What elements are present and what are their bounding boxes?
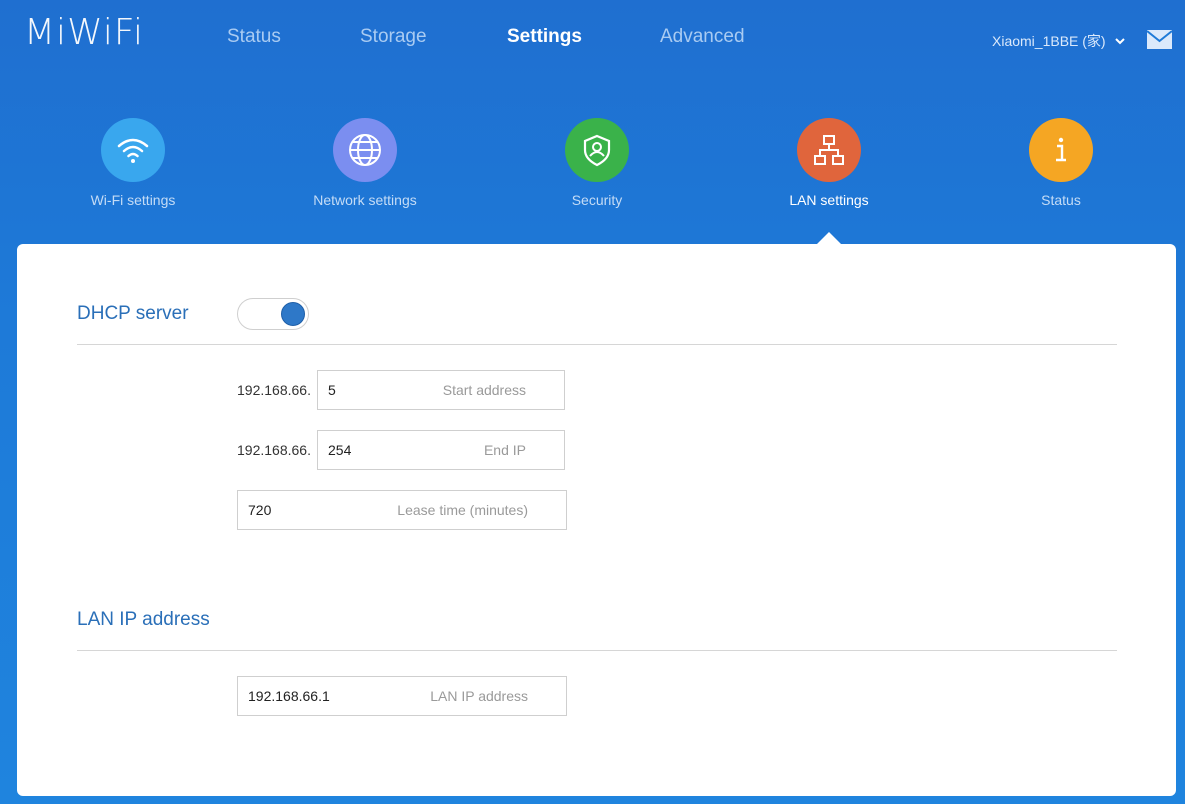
- start-address-field[interactable]: 5 Start address: [317, 370, 565, 410]
- toggle-knob: [281, 302, 305, 326]
- category-label: Security: [571, 192, 623, 208]
- end-ip-prefix: 192.168.66.: [237, 442, 311, 458]
- dhcp-server-toggle[interactable]: [237, 298, 309, 330]
- lease-time-field[interactable]: 720 Lease time (minutes): [237, 490, 567, 530]
- dhcp-server-title: DHCP server: [77, 303, 189, 324]
- start-address-value: 5: [328, 382, 336, 398]
- active-tab-pointer: [817, 232, 841, 244]
- chevron-down-icon: [1114, 38, 1125, 45]
- lease-time-hint: Lease time (minutes): [397, 502, 528, 518]
- category-security[interactable]: Security: [517, 118, 677, 208]
- nav-advanced[interactable]: Advanced: [660, 26, 745, 48]
- lan-ip-title: LAN IP address: [77, 609, 210, 630]
- nav-settings[interactable]: Settings: [507, 26, 582, 48]
- end-ip-value: 254: [328, 442, 352, 458]
- router-selector[interactable]: Xiaomi_1BBE (家): [992, 31, 1126, 51]
- nav-status[interactable]: Status: [227, 26, 281, 48]
- lan-ip-field[interactable]: 192.168.66.1 LAN IP address: [237, 676, 567, 716]
- nav-storage[interactable]: Storage: [360, 26, 427, 48]
- category-label: Status: [1041, 192, 1081, 208]
- category-lan-settings[interactable]: LAN settings: [749, 118, 909, 208]
- router-name: Xiaomi_1BBE (家): [992, 33, 1106, 49]
- divider: [77, 650, 1117, 651]
- category-wifi-settings[interactable]: Wi-Fi settings: [53, 118, 213, 208]
- category-label: Wi-Fi settings: [90, 192, 176, 208]
- shield-icon: [565, 118, 629, 182]
- info-icon: [1029, 118, 1093, 182]
- end-ip-field[interactable]: 254 End IP: [317, 430, 565, 470]
- lan-settings-panel: DHCP server 192.168.66. 5 Start address …: [17, 244, 1176, 796]
- lease-time-value: 720: [248, 502, 272, 518]
- lan-ip-value: 192.168.66.1: [248, 688, 330, 704]
- wifi-icon: [101, 118, 165, 182]
- network-tree-icon: [797, 118, 861, 182]
- category-status[interactable]: Status: [981, 118, 1141, 208]
- start-ip-prefix: 192.168.66.: [237, 382, 311, 398]
- end-ip-hint: End IP: [483, 442, 526, 458]
- settings-categories: Wi-Fi settings Network settings Security: [0, 118, 1185, 218]
- category-label: LAN settings: [789, 192, 869, 208]
- start-address-hint: Start address: [442, 382, 526, 398]
- mail-icon[interactable]: [1147, 30, 1172, 49]
- miwifi-logo: MiWiFi: [24, 12, 144, 53]
- category-network-settings[interactable]: Network settings: [285, 118, 445, 208]
- category-label: Network settings: [313, 192, 417, 208]
- divider: [77, 344, 1117, 345]
- lan-ip-hint: LAN IP address: [430, 688, 528, 704]
- globe-icon: [333, 118, 397, 182]
